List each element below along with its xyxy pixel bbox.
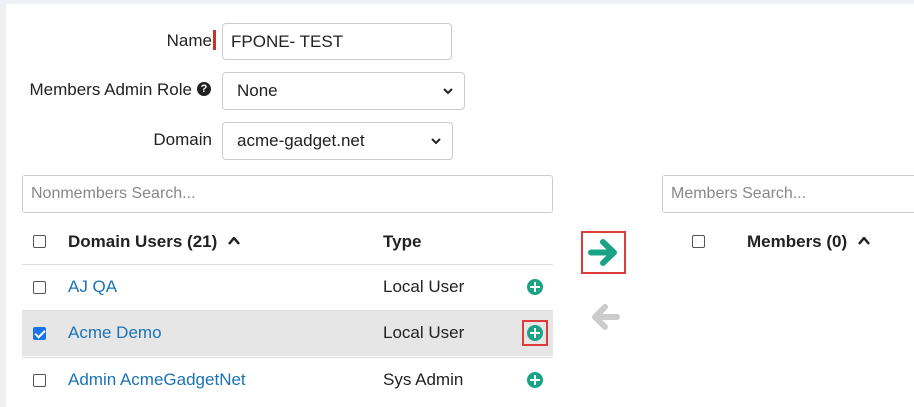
admin-role-label: Members Admin Role: [29, 80, 192, 99]
members-header-label: Members (0): [747, 232, 848, 251]
table-row[interactable]: Admin AcmeGadgetNet Sys Admin: [22, 357, 553, 407]
nonmembers-search-placeholder: Nonmembers Search...: [31, 185, 196, 202]
move-to-nonmembers-button[interactable]: [589, 300, 623, 334]
domain-select[interactable]: acme-gadget.net: [222, 122, 453, 160]
arrow-left-icon: [592, 304, 620, 330]
user-type: Sys Admin: [383, 370, 464, 389]
chevron-down-icon: [443, 88, 453, 95]
plus-circle-icon: [527, 325, 543, 341]
members-search-placeholder: Members Search...: [671, 185, 807, 202]
table-row[interactable]: AJ QA Local User: [22, 264, 553, 310]
plus-circle-icon: [527, 372, 543, 388]
arrow-right-icon: [588, 239, 617, 266]
user-link[interactable]: AJ QA: [68, 277, 117, 297]
row-checkbox[interactable]: [33, 327, 46, 340]
user-link[interactable]: Admin AcmeGadgetNet: [68, 370, 246, 390]
row-checkbox[interactable]: [33, 281, 46, 294]
chevron-down-icon: [431, 138, 441, 145]
domain-value: acme-gadget.net: [237, 131, 365, 150]
row-checkbox[interactable]: [33, 374, 46, 387]
caret-up-icon: [857, 237, 870, 245]
plus-circle-icon: [527, 279, 543, 295]
nonmembers-search-input[interactable]: Nonmembers Search...: [22, 175, 553, 213]
select-all-nonmembers-checkbox[interactable]: [33, 235, 46, 248]
top-frame-strip: [0, 0, 914, 4]
required-indicator: [213, 30, 216, 50]
add-member-button[interactable]: [526, 278, 544, 296]
name-field[interactable]: FPONE- TEST: [222, 23, 452, 60]
select-all-members-checkbox[interactable]: [692, 235, 705, 248]
user-link[interactable]: Acme Demo: [68, 323, 162, 343]
move-to-members-button[interactable]: [581, 231, 626, 274]
domain-users-header-label: Domain Users (21): [68, 232, 218, 251]
domain-label: Domain: [153, 130, 212, 149]
add-member-button[interactable]: [526, 371, 544, 389]
question-circle-icon[interactable]: ?: [197, 82, 211, 96]
add-member-button[interactable]: [522, 320, 548, 346]
user-type: Local User: [383, 323, 465, 342]
name-field-value: FPONE- TEST: [231, 31, 344, 51]
name-label: Name: [166, 31, 212, 50]
admin-role-select[interactable]: None: [222, 72, 465, 110]
members-header[interactable]: Members (0): [747, 232, 870, 252]
domain-users-header[interactable]: Domain Users (21): [68, 232, 240, 252]
table-row[interactable]: Acme Demo Local User: [22, 310, 553, 356]
type-header[interactable]: Type: [383, 232, 421, 252]
user-type: Local User: [383, 277, 465, 296]
caret-up-icon: [228, 237, 240, 245]
admin-role-value: None: [237, 81, 278, 100]
left-frame-strip: [0, 4, 6, 407]
members-search-input[interactable]: Members Search...: [662, 175, 914, 213]
